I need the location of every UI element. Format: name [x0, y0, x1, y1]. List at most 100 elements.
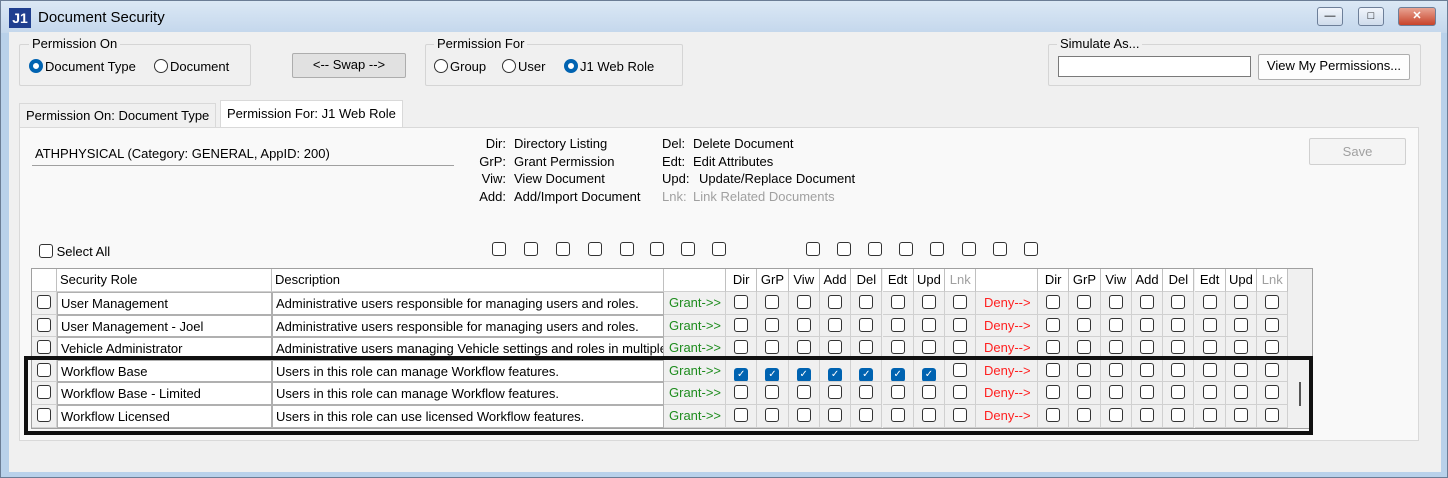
column-select-checkbox[interactable] — [556, 242, 570, 256]
deny-viw-checkbox[interactable] — [1100, 314, 1132, 338]
header-deny-viw[interactable]: Viw — [1100, 269, 1132, 292]
deny-upd-checkbox[interactable] — [1225, 337, 1258, 360]
deny-edt-checkbox[interactable] — [1194, 405, 1226, 428]
security-role-cell[interactable]: Workflow Base - Limited — [57, 382, 272, 405]
header-deny-edt[interactable]: Edt — [1194, 269, 1226, 292]
deny-viw-checkbox[interactable] — [1100, 382, 1132, 405]
deny-grp-checkbox[interactable] — [1069, 337, 1101, 360]
deny-del-checkbox[interactable] — [1163, 292, 1195, 315]
deny-grp-checkbox[interactable] — [1069, 405, 1101, 428]
deny-upd-checkbox[interactable] — [1225, 405, 1258, 428]
grant-lnk-checkbox[interactable] — [945, 314, 977, 338]
column-select-checkbox[interactable] — [650, 242, 664, 256]
description-cell[interactable]: Users in this role can manage Workflow f… — [272, 359, 664, 383]
column-select-checkbox[interactable] — [712, 242, 726, 256]
description-cell[interactable]: Administrative users managing Vehicle se… — [272, 337, 664, 360]
radio-document[interactable]: Document — [154, 59, 229, 74]
grant-add-checkbox[interactable] — [819, 382, 852, 405]
deny-lnk-checkbox[interactable] — [1257, 337, 1289, 360]
column-select-checkbox[interactable] — [620, 242, 634, 256]
grant-viw-checkbox[interactable] — [788, 337, 820, 360]
radio-user[interactable]: User — [502, 59, 545, 74]
deny-add-checkbox[interactable] — [1131, 382, 1164, 405]
grant-del-checkbox[interactable] — [851, 337, 883, 360]
grant-dir-checkbox[interactable] — [726, 314, 758, 338]
header-grant-viw[interactable]: Viw — [788, 269, 820, 292]
header-grant-dir[interactable]: Dir — [726, 269, 758, 292]
deny-edt-checkbox[interactable] — [1194, 337, 1226, 360]
grant-dir-checkbox[interactable] — [726, 405, 758, 428]
grant-viw-checkbox[interactable] — [788, 314, 820, 338]
deny-viw-checkbox[interactable] — [1100, 337, 1132, 360]
close-icon[interactable]: ✕ — [1398, 7, 1436, 26]
grant-upd-checkbox[interactable] — [913, 382, 946, 405]
radio-group[interactable]: Group — [434, 59, 486, 74]
grant-dir-checkbox[interactable]: ✓ — [726, 359, 758, 383]
deny-dir-checkbox[interactable] — [1038, 405, 1070, 428]
column-select-checkbox[interactable] — [899, 242, 913, 256]
header-deny-grp[interactable]: GrP — [1069, 269, 1101, 292]
column-select-checkbox[interactable] — [681, 242, 695, 256]
deny-upd-checkbox[interactable] — [1225, 359, 1258, 383]
deny-edt-checkbox[interactable] — [1194, 382, 1226, 405]
deny-lnk-checkbox[interactable] — [1257, 382, 1289, 405]
deny-grp-checkbox[interactable] — [1069, 359, 1101, 383]
deny-add-checkbox[interactable] — [1131, 292, 1164, 315]
deny-add-checkbox[interactable] — [1131, 359, 1164, 383]
grant-grp-checkbox[interactable]: ✓ — [757, 359, 789, 383]
header-grant-grp[interactable]: GrP — [757, 269, 789, 292]
deny-del-checkbox[interactable] — [1163, 405, 1195, 428]
row-select-checkbox[interactable] — [32, 314, 57, 338]
radio-document-type[interactable]: Document Type — [29, 59, 136, 74]
deny-del-checkbox[interactable] — [1163, 359, 1195, 383]
deny-del-checkbox[interactable] — [1163, 314, 1195, 338]
grant-del-checkbox[interactable] — [851, 292, 883, 315]
security-role-cell[interactable]: User Management - Joel — [57, 314, 272, 338]
deny-dir-checkbox[interactable] — [1038, 314, 1070, 338]
security-role-cell[interactable]: Workflow Base — [57, 359, 272, 383]
description-cell[interactable]: Users in this role can manage Workflow f… — [272, 382, 664, 405]
deny-lnk-checkbox[interactable] — [1257, 314, 1289, 338]
deny-dir-checkbox[interactable] — [1038, 292, 1070, 315]
grant-del-checkbox[interactable] — [851, 314, 883, 338]
deny-dir-checkbox[interactable] — [1038, 382, 1070, 405]
grant-viw-checkbox[interactable] — [788, 405, 820, 428]
header-deny-lnk[interactable]: Lnk — [1257, 269, 1289, 292]
security-role-cell[interactable]: User Management — [57, 292, 272, 315]
deny-viw-checkbox[interactable] — [1100, 292, 1132, 315]
deny-upd-checkbox[interactable] — [1225, 382, 1258, 405]
deny-add-checkbox[interactable] — [1131, 337, 1164, 360]
grant-grp-checkbox[interactable] — [757, 292, 789, 315]
save-button[interactable]: Save — [1309, 138, 1406, 165]
grant-lnk-checkbox[interactable] — [945, 382, 977, 405]
description-cell[interactable]: Administrative users responsible for man… — [272, 292, 664, 315]
row-select-checkbox[interactable] — [32, 292, 57, 315]
description-cell[interactable]: Users in this role can use licensed Work… — [272, 405, 664, 428]
deny-lnk-checkbox[interactable] — [1257, 405, 1289, 428]
select-all-checkbox[interactable]: Select All — [39, 244, 110, 259]
grant-grp-checkbox[interactable] — [757, 314, 789, 338]
grant-lnk-checkbox[interactable] — [945, 359, 977, 383]
deny-grp-checkbox[interactable] — [1069, 382, 1101, 405]
header-deny-upd[interactable]: Upd — [1225, 269, 1258, 292]
minimize-icon[interactable]: — — [1317, 7, 1343, 26]
deny-del-checkbox[interactable] — [1163, 382, 1195, 405]
grant-edt-checkbox[interactable] — [882, 337, 914, 360]
deny-edt-checkbox[interactable] — [1194, 292, 1226, 315]
column-select-checkbox[interactable] — [962, 242, 976, 256]
grant-viw-checkbox[interactable]: ✓ — [788, 359, 820, 383]
grant-dir-checkbox[interactable] — [726, 292, 758, 315]
deny-dir-checkbox[interactable] — [1038, 337, 1070, 360]
swap-button[interactable]: <-- Swap --> — [292, 53, 406, 78]
grant-lnk-checkbox[interactable] — [945, 292, 977, 315]
security-role-cell[interactable]: Vehicle Administrator — [57, 337, 272, 360]
deny-lnk-checkbox[interactable] — [1257, 292, 1289, 315]
deny-add-checkbox[interactable] — [1131, 314, 1164, 338]
deny-edt-checkbox[interactable] — [1194, 314, 1226, 338]
header-security-role[interactable]: Security Role — [57, 269, 272, 292]
column-select-checkbox[interactable] — [1024, 242, 1038, 256]
security-role-cell[interactable]: Workflow Licensed — [57, 405, 272, 428]
maximize-icon[interactable]: □ — [1358, 7, 1384, 26]
deny-edt-checkbox[interactable] — [1194, 359, 1226, 383]
grant-del-checkbox[interactable] — [851, 382, 883, 405]
